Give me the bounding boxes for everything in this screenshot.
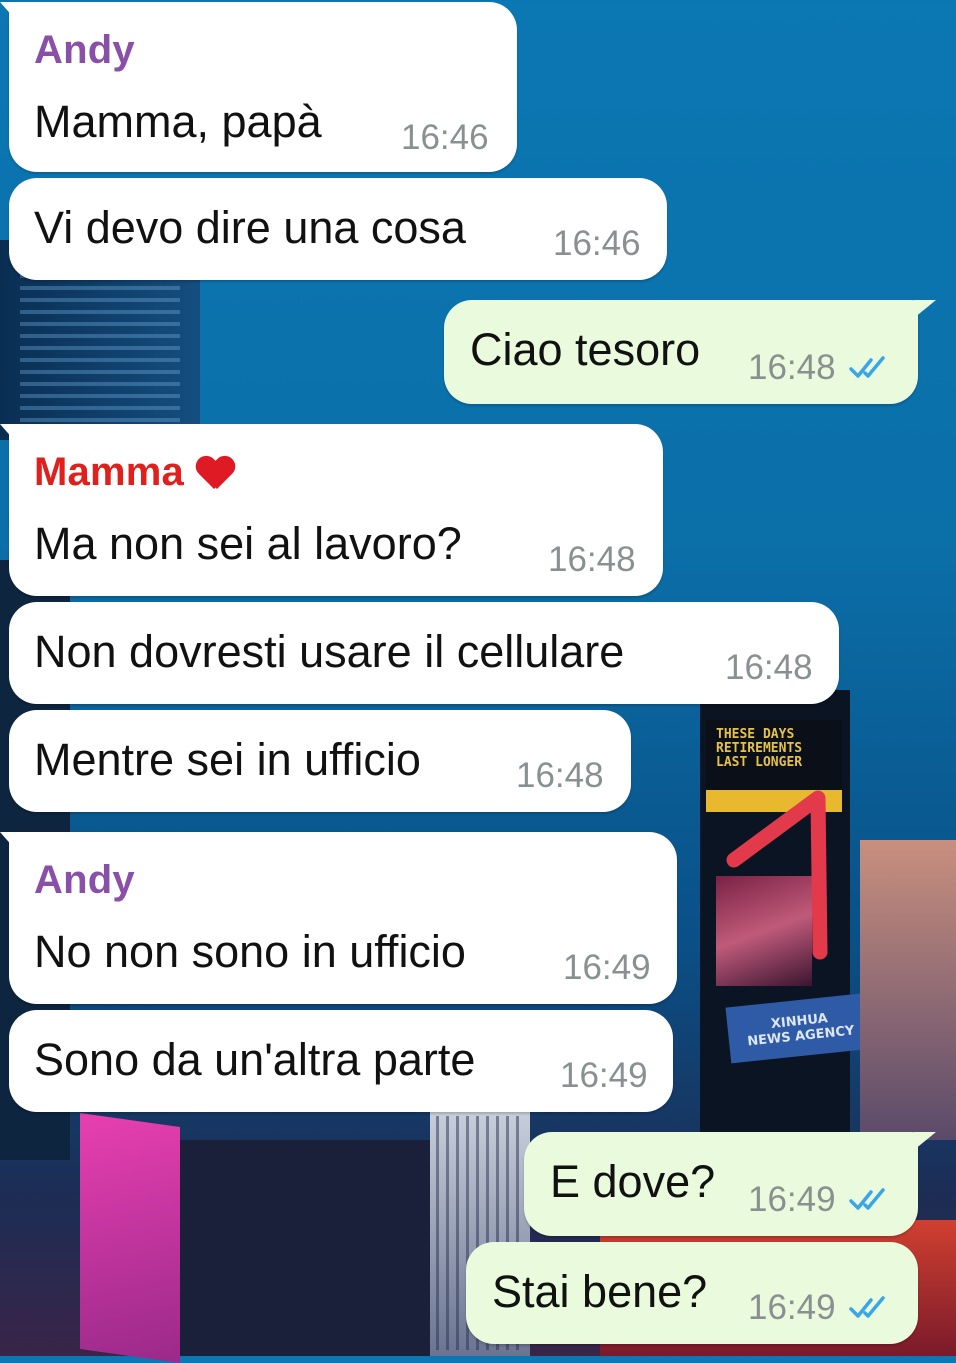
read-double-check-icon [849, 356, 885, 378]
message-bubble-incoming[interactable]: Mamma Ma non sei al lavoro? 16:48 [0, 424, 663, 596]
message-bubble-incoming[interactable]: Non dovresti usare il cellulare 16:48 [9, 602, 839, 704]
message-time: 16:46 [553, 224, 641, 263]
sender-name: Mamma [34, 450, 234, 495]
message-bubble-outgoing[interactable]: Ciao tesoro 16:48 [444, 300, 936, 404]
message-bubble-incoming[interactable]: Andy No non sono in ufficio 16:49 [0, 832, 677, 1004]
message-time: 16:49 [748, 1288, 836, 1327]
message-text: Stai bene? [492, 1266, 708, 1317]
message-bubble-incoming[interactable]: Sono da un'altra parte 16:49 [9, 1010, 673, 1112]
message-text: Vi devo dire una cosa [34, 202, 466, 253]
message-text: Mentre sei in ufficio [34, 734, 421, 785]
message-text: Ciao tesoro [470, 324, 701, 375]
message-bubble-outgoing[interactable]: E dove? 16:49 [524, 1132, 936, 1236]
message-text: No non sono in ufficio [34, 926, 466, 977]
message-time: 16:48 [725, 648, 813, 687]
message-time: 16:48 [516, 756, 604, 795]
message-time: 16:49 [563, 948, 651, 987]
message-time: 16:46 [401, 118, 489, 157]
read-double-check-icon [849, 1296, 885, 1318]
message-bubble-incoming[interactable]: Vi devo dire una cosa 16:46 [9, 178, 667, 280]
chat-message-list[interactable]: Andy Mamma, papà 16:46 Vi devo dire una … [0, 0, 956, 1356]
message-bubble-outgoing[interactable]: Stai bene? 16:49 [466, 1242, 918, 1344]
message-time: 16:48 [548, 540, 636, 579]
sender-name: Andy [34, 858, 135, 902]
message-text: Non dovresti usare il cellulare [34, 626, 625, 677]
message-bubble-incoming[interactable]: Andy Mamma, papà 16:46 [0, 2, 517, 172]
message-time: 16:48 [748, 348, 836, 387]
message-bubble-incoming[interactable]: Mentre sei in ufficio 16:48 [9, 710, 631, 812]
message-time: 16:49 [560, 1056, 648, 1095]
message-time: 16:49 [748, 1180, 836, 1219]
message-text: E dove? [550, 1156, 716, 1207]
read-double-check-icon [849, 1188, 885, 1210]
red-heart-icon [196, 455, 234, 491]
message-text: Ma non sei al lavoro? [34, 518, 462, 569]
sender-name: Andy [34, 28, 135, 72]
message-text: Sono da un'altra parte [34, 1034, 476, 1085]
message-text: Mamma, papà [34, 96, 322, 147]
